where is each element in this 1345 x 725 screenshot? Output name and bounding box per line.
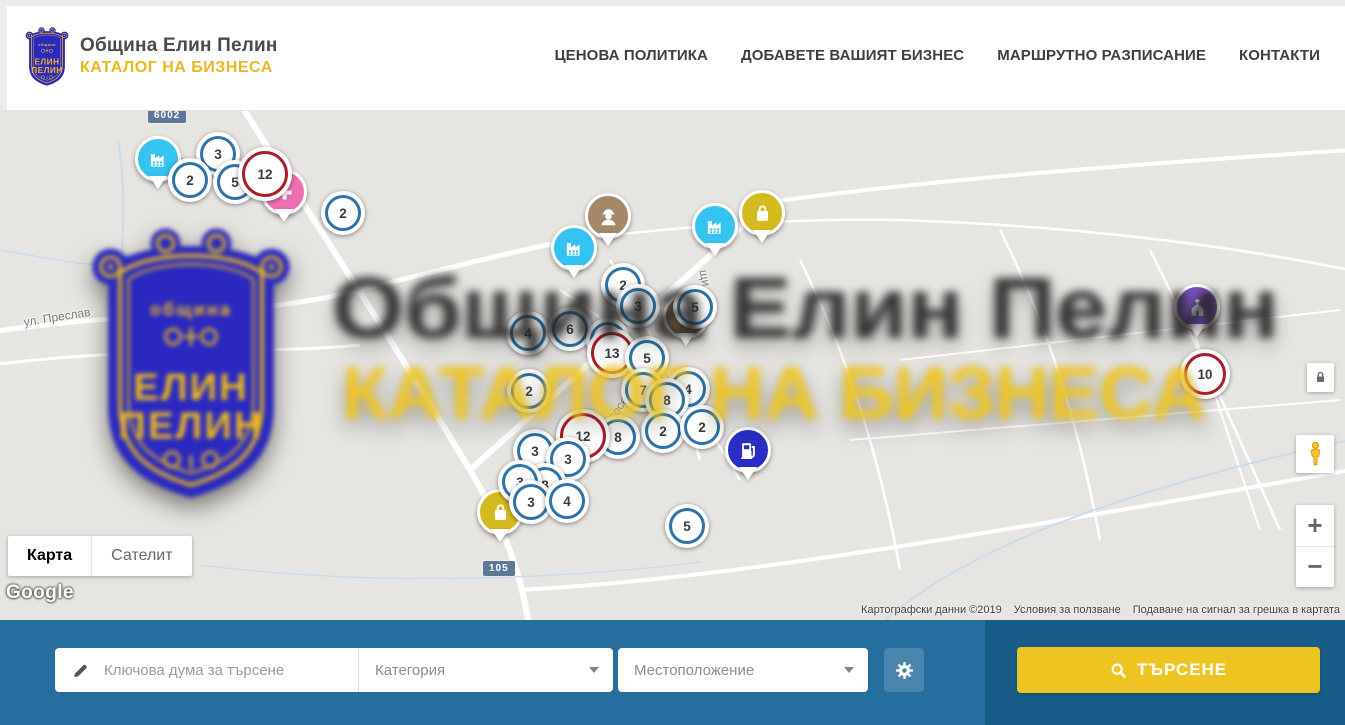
search-bar: Категория Местоположение bbox=[0, 620, 1345, 725]
settings-button[interactable] bbox=[884, 648, 924, 692]
cluster-count: 3 bbox=[634, 299, 642, 314]
page-top-margin bbox=[0, 0, 1345, 6]
map-attribution: Картографски данни ©2019 Условия за полз… bbox=[861, 604, 1340, 616]
cluster-marker[interactable]: 3 bbox=[616, 284, 660, 328]
cluster-marker[interactable]: 12 bbox=[238, 147, 292, 201]
header: Община Елин Пелин КАТАЛОГ НА БИЗНЕСА ЦЕН… bbox=[0, 0, 1345, 111]
cluster-marker[interactable]: 2 bbox=[641, 409, 685, 453]
nav-pricing-policy[interactable]: ЦЕНОВА ПОЛИТИКА bbox=[555, 47, 708, 64]
cluster-count: 8 bbox=[663, 393, 671, 408]
search-icon bbox=[1110, 662, 1127, 679]
cluster-count: 8 bbox=[614, 430, 622, 445]
search-button-label: ТЪРСЕНЕ bbox=[1137, 660, 1227, 680]
pencil-icon bbox=[72, 662, 89, 679]
cluster-marker[interactable]: 2 bbox=[321, 191, 365, 235]
cluster-count: 6 bbox=[566, 322, 574, 337]
cluster-count: 5 bbox=[643, 351, 651, 366]
cluster-count: 13 bbox=[604, 346, 619, 361]
pin-factory[interactable] bbox=[692, 203, 738, 249]
cluster-count: 3 bbox=[214, 147, 222, 162]
cluster-marker[interactable]: 2 bbox=[507, 369, 551, 413]
cluster-count: 10 bbox=[1197, 367, 1212, 382]
markers-layer: 3251222354671352748228123383345106002105… bbox=[0, 110, 1345, 620]
site-subtitle: КАТАЛОГ НА БИЗНЕСА bbox=[80, 59, 278, 77]
road-shield: 105 bbox=[483, 561, 515, 576]
cluster-count: 3 bbox=[564, 452, 572, 467]
road-shield: 6002 bbox=[148, 110, 186, 123]
cluster-marker[interactable]: 4 bbox=[506, 311, 550, 355]
zoom-out-button[interactable]: − bbox=[1296, 547, 1334, 588]
cluster-marker[interactable]: 5 bbox=[665, 504, 709, 548]
search-button[interactable]: ТЪРСЕНЕ bbox=[1017, 647, 1320, 693]
nav-route-schedule[interactable]: МАРШРУТНО РАЗПИСАНИЕ bbox=[997, 47, 1206, 64]
location-dropdown-label: Местоположение bbox=[634, 662, 754, 679]
cluster-count: 3 bbox=[531, 444, 539, 459]
nav-contacts[interactable]: КОНТАКТИ bbox=[1239, 47, 1320, 64]
pin-church[interactable] bbox=[1174, 284, 1220, 330]
pin-fuel[interactable] bbox=[725, 427, 771, 473]
page: Община Елин Пелин КАТАЛОГ НА БИЗНЕСА ЦЕН… bbox=[0, 0, 1345, 725]
cluster-count: 2 bbox=[698, 420, 706, 435]
category-dropdown[interactable]: Категория bbox=[358, 648, 613, 692]
gear-icon bbox=[895, 661, 914, 680]
cluster-count: 2 bbox=[339, 206, 347, 221]
cluster-count: 12 bbox=[257, 167, 272, 182]
map-type-satellite-button[interactable]: Сателит bbox=[91, 536, 191, 576]
lock-icon bbox=[1313, 369, 1328, 386]
chevron-down-icon bbox=[844, 667, 854, 678]
pin-worker[interactable] bbox=[585, 193, 631, 239]
map-type-control: Карта Сателит bbox=[8, 536, 192, 576]
cluster-count: 4 bbox=[524, 326, 532, 341]
terms-link[interactable]: Условия за ползване bbox=[1014, 604, 1121, 616]
main-nav: ЦЕНОВА ПОЛИТИКА ДОБАВЕТЕ ВАШИЯТ БИЗНЕС МАР… bbox=[555, 0, 1320, 110]
zoom-control: + − bbox=[1296, 505, 1334, 587]
site-title: Община Елин Пелин bbox=[80, 35, 278, 57]
cluster-marker[interactable]: 10 bbox=[1180, 349, 1230, 399]
cluster-count: 2 bbox=[659, 424, 667, 439]
report-error-link[interactable]: Подаване на сигнал за грешка в картата bbox=[1133, 604, 1340, 616]
keyword-field bbox=[55, 648, 358, 692]
street-label: ул. Преслав bbox=[23, 305, 92, 329]
chevron-down-icon bbox=[589, 667, 599, 678]
cluster-count: 3 bbox=[527, 495, 535, 510]
cluster-count: 2 bbox=[186, 173, 194, 188]
zoom-in-button[interactable]: + bbox=[1296, 505, 1334, 547]
lock-button[interactable] bbox=[1307, 363, 1334, 392]
map-data-text: Картографски данни ©2019 bbox=[861, 604, 1002, 616]
category-dropdown-label: Категория bbox=[375, 662, 445, 679]
map-viewport[interactable]: 3251222354671352748228123383345106002105… bbox=[0, 110, 1345, 620]
nav-add-business[interactable]: ДОБАВЕТЕ ВАШИЯТ БИЗНЕС bbox=[741, 47, 964, 64]
cluster-count: 2 bbox=[525, 384, 533, 399]
google-logo[interactable]: Google bbox=[6, 582, 74, 604]
cluster-count: 4 bbox=[563, 494, 571, 509]
street-view-pegman-button[interactable] bbox=[1296, 435, 1334, 473]
pin-shopping-bag[interactable] bbox=[739, 190, 785, 236]
map-type-map-button[interactable]: Карта bbox=[8, 536, 91, 576]
cluster-marker[interactable]: 6 bbox=[548, 307, 592, 351]
cluster-marker[interactable]: 2 bbox=[680, 405, 724, 449]
cluster-marker[interactable]: 4 bbox=[545, 479, 589, 523]
cluster-marker[interactable]: 2 bbox=[168, 158, 212, 202]
pegman-icon bbox=[1305, 440, 1326, 468]
site-logo[interactable]: Община Елин Пелин КАТАЛОГ НА БИЗНЕСА bbox=[24, 25, 278, 87]
municipality-shield-icon bbox=[24, 25, 70, 87]
pin-factory[interactable] bbox=[551, 225, 597, 271]
page-left-margin bbox=[0, 0, 7, 110]
cluster-count: 5 bbox=[691, 300, 699, 315]
cluster-count: 5 bbox=[683, 519, 691, 534]
keyword-search-input[interactable] bbox=[102, 661, 356, 680]
location-dropdown[interactable]: Местоположение bbox=[618, 648, 868, 692]
cluster-marker[interactable]: 5 bbox=[673, 285, 717, 329]
